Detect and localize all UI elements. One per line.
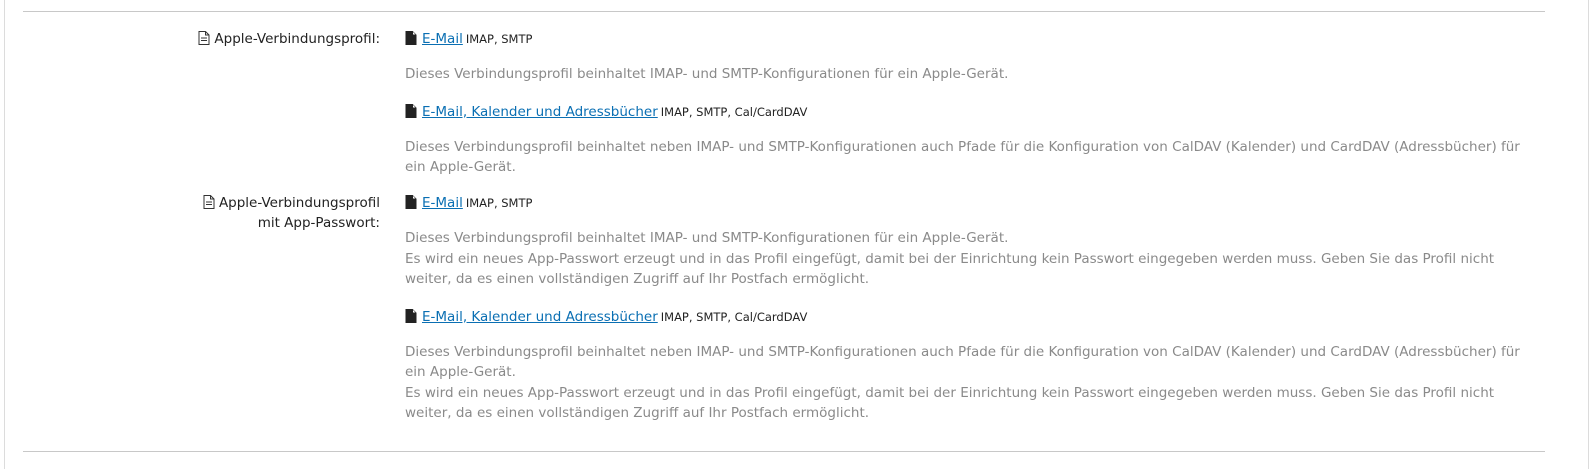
- description-warning-text: Es wird ein neues App-Passwort erzeugt u…: [405, 250, 1495, 288]
- profile-description: Dieses Verbindungsprofil beinhaltet IMAP…: [405, 228, 1540, 290]
- profile-entry: E-Mail, Kalender und Adressbücher IMAP, S…: [405, 102, 1540, 178]
- document-icon: [198, 31, 210, 45]
- bottom-divider: [23, 451, 1545, 452]
- profile-download-link[interactable]: E-Mail: [422, 195, 463, 211]
- protocol-tags: IMAP, SMTP: [465, 32, 533, 46]
- section-label-line1: Apple-Verbindungsprofil: [150, 193, 380, 213]
- description-text: Dieses Verbindungsprofil beinhaltet IMAP…: [405, 66, 1009, 82]
- profile-entry: E-Mail, Kalender und Adressbücher IMAP, S…: [405, 307, 1540, 424]
- description-text: Dieses Verbindungsprofil beinhaltet IMAP…: [405, 230, 1009, 246]
- file-icon: [405, 31, 417, 45]
- document-icon: [203, 195, 215, 209]
- profile-link-line: E-Mail, Kalender und Adressbücher IMAP, S…: [405, 102, 1540, 123]
- profile-download-link[interactable]: E-Mail: [422, 31, 463, 47]
- profile-entry: E-Mail IMAP, SMTP Dieses Verbindungsprofi…: [405, 29, 1540, 85]
- top-divider: [23, 11, 1545, 12]
- section-entries: E-Mail IMAP, SMTP Dieses Verbindungsprofi…: [405, 193, 1540, 424]
- section-label-line2: mit App-Passwort:: [257, 215, 380, 231]
- section-label: Apple-Verbindungsprofil mit App-Passwort…: [150, 193, 380, 233]
- profile-description: Dieses Verbindungsprofil beinhaltet nebe…: [405, 137, 1540, 178]
- profile-entry: E-Mail IMAP, SMTP Dieses Verbindungsprofi…: [405, 193, 1540, 290]
- description-warning-text: Es wird ein neues App-Passwort erzeugt u…: [405, 384, 1495, 422]
- profile-link-line: E-Mail IMAP, SMTP: [405, 29, 1540, 50]
- file-icon: [405, 103, 417, 118]
- file-icon: [405, 308, 417, 323]
- file-icon: [405, 195, 417, 209]
- protocol-tags: IMAP, SMTP: [465, 196, 533, 210]
- profile-link-line: E-Mail, Kalender und Adressbücher IMAP, S…: [405, 307, 1540, 328]
- section-label: Apple-Verbindungsprofil:: [150, 29, 380, 49]
- protocol-tags: IMAP, SMTP, Cal/CardDAV: [660, 104, 808, 119]
- description-text: Dieses Verbindungsprofil beinhaltet nebe…: [405, 343, 1520, 381]
- profile-download-link[interactable]: E-Mail, Kalender und Adressbücher: [422, 309, 658, 325]
- content-frame: Apple-Verbindungsprofil: E-Mail IMAP, SMT…: [4, 0, 1589, 469]
- description-text: Dieses Verbindungsprofil beinhaltet nebe…: [405, 138, 1520, 176]
- profile-description: Dieses Verbindungsprofil beinhaltet IMAP…: [405, 64, 1540, 85]
- profile-description: Dieses Verbindungsprofil beinhaltet nebe…: [405, 342, 1540, 424]
- section-label-text: Apple-Verbindungsprofil:: [214, 31, 380, 47]
- profile-download-link[interactable]: E-Mail, Kalender und Adressbücher: [422, 104, 658, 120]
- section-entries: E-Mail IMAP, SMTP Dieses Verbindungsprofi…: [405, 29, 1540, 178]
- profile-link-line: E-Mail IMAP, SMTP: [405, 193, 1540, 214]
- section-label-text: Apple-Verbindungsprofil: [218, 195, 380, 211]
- protocol-tags: IMAP, SMTP, Cal/CardDAV: [660, 309, 808, 324]
